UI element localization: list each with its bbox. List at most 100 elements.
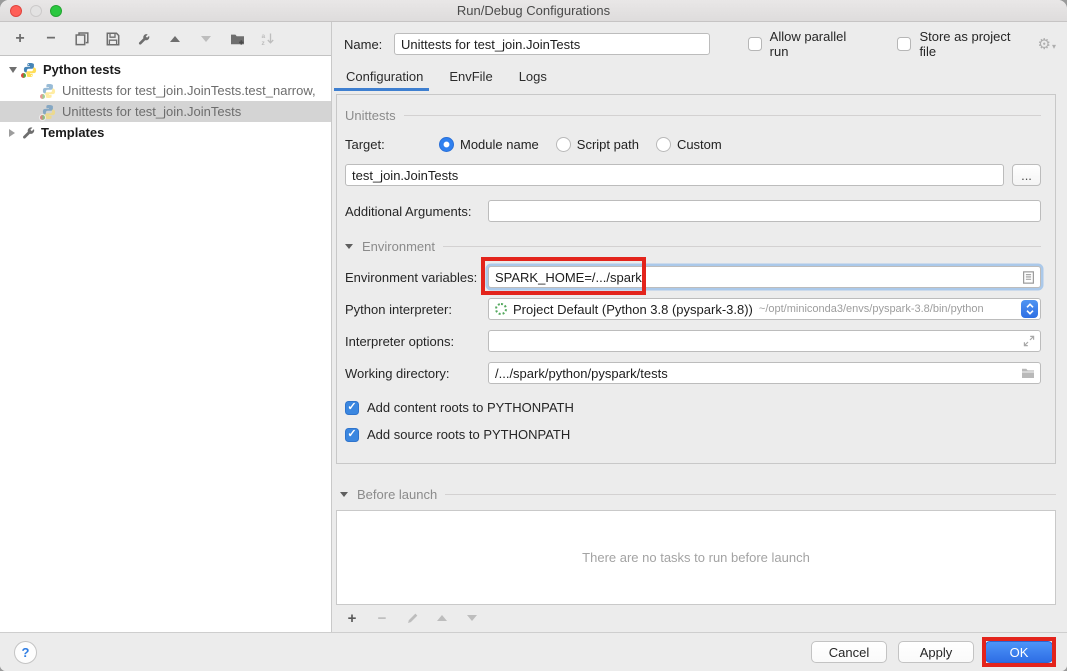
tree-item-label: Unittests for test_join.JoinTests bbox=[62, 104, 241, 119]
minimize-window-button bbox=[30, 5, 42, 17]
move-task-down-icon[interactable] bbox=[464, 610, 480, 626]
dialog-body: + − az bbox=[0, 22, 1067, 632]
remove-configuration-icon[interactable]: − bbox=[43, 31, 59, 47]
target-value-row: ... bbox=[345, 164, 1041, 186]
environment-variables-label: Environment variables: bbox=[345, 270, 488, 285]
interpreter-options-row: Interpreter options: bbox=[345, 330, 1041, 352]
run-state-badge-icon bbox=[39, 114, 46, 121]
edit-templates-icon[interactable] bbox=[136, 31, 152, 47]
cancel-button[interactable]: Cancel bbox=[811, 641, 887, 663]
sidebar-toolbar: + − az bbox=[0, 22, 331, 55]
templates-wrench-icon bbox=[20, 125, 36, 141]
section-divider bbox=[445, 494, 1056, 495]
working-directory-input[interactable] bbox=[488, 362, 1041, 384]
collapse-arrow-icon[interactable] bbox=[345, 244, 353, 249]
add-source-roots-checkbox[interactable]: ✓ bbox=[345, 428, 359, 442]
run-state-badge-icon bbox=[39, 93, 46, 100]
collapse-arrow-icon[interactable] bbox=[9, 67, 17, 73]
add-source-roots-label: Add source roots to PYTHONPATH bbox=[367, 427, 570, 442]
target-row: Target: Module name Script path Custom bbox=[345, 137, 1041, 152]
zoom-window-button[interactable] bbox=[50, 5, 62, 17]
environment-section-header[interactable]: Environment bbox=[345, 238, 1041, 254]
allow-parallel-run-label: Allow parallel run bbox=[770, 29, 868, 59]
python-interpreter-row: Python interpreter: Project Default (Pyt… bbox=[345, 298, 1041, 320]
collapse-arrow-icon[interactable] bbox=[340, 492, 348, 497]
apply-button[interactable]: Apply bbox=[898, 641, 974, 663]
store-as-project-file-checkbox[interactable] bbox=[897, 37, 911, 51]
additional-arguments-input[interactable] bbox=[488, 200, 1041, 222]
browse-folder-icon[interactable] bbox=[1021, 367, 1035, 382]
target-label: Target: bbox=[345, 137, 439, 152]
radio-icon[interactable] bbox=[656, 137, 671, 152]
close-window-button[interactable] bbox=[10, 5, 22, 17]
window-controls bbox=[10, 5, 62, 17]
dropdown-stepper-icon[interactable] bbox=[1021, 300, 1038, 318]
tab-envfile[interactable]: EnvFile bbox=[449, 69, 492, 91]
environment-variables-input[interactable] bbox=[488, 266, 1041, 288]
move-up-icon[interactable] bbox=[167, 31, 183, 47]
save-configuration-icon[interactable] bbox=[105, 31, 121, 47]
environment-section-title: Environment bbox=[362, 239, 435, 254]
remove-task-icon[interactable]: − bbox=[374, 610, 390, 626]
tab-logs[interactable]: Logs bbox=[519, 69, 547, 91]
new-folder-icon[interactable] bbox=[229, 31, 245, 47]
python-config-icon bbox=[41, 83, 57, 99]
tree-item-label: Unittests for test_join.JoinTests.test_n… bbox=[62, 83, 316, 98]
store-options-gear-icon[interactable]: ⚙▾ bbox=[1038, 37, 1056, 52]
configuration-form-panel: Unittests Target: Module name Script pat… bbox=[336, 94, 1056, 464]
python-interpreter-label: Python interpreter: bbox=[345, 302, 488, 317]
before-launch-title: Before launch bbox=[357, 487, 437, 502]
expand-field-icon[interactable] bbox=[1023, 335, 1035, 350]
name-input[interactable] bbox=[394, 33, 710, 55]
additional-arguments-row: Additional Arguments: bbox=[345, 200, 1041, 222]
move-down-icon[interactable] bbox=[198, 31, 214, 47]
move-task-up-icon[interactable] bbox=[434, 610, 450, 626]
before-launch-section-header[interactable]: Before launch bbox=[340, 486, 1056, 502]
interpreter-options-input[interactable] bbox=[488, 330, 1041, 352]
target-option-script-path[interactable]: Script path bbox=[556, 137, 639, 152]
section-divider bbox=[443, 246, 1041, 247]
target-input[interactable] bbox=[345, 164, 1004, 186]
radio-icon[interactable] bbox=[556, 137, 571, 152]
before-launch-empty-text: There are no tasks to run before launch bbox=[582, 550, 810, 565]
tab-configuration[interactable]: Configuration bbox=[346, 69, 423, 91]
tree-item-python-tests[interactable]: Python tests bbox=[0, 59, 331, 80]
run-debug-configurations-dialog: Run/Debug Configurations + − bbox=[0, 0, 1067, 671]
browse-target-button[interactable]: ... bbox=[1012, 164, 1041, 186]
target-option-module-name[interactable]: Module name bbox=[439, 137, 539, 152]
tree-item-unittest-jointests[interactable]: Unittests for test_join.JoinTests bbox=[0, 101, 331, 122]
target-option-custom[interactable]: Custom bbox=[656, 137, 722, 152]
conda-environment-icon bbox=[495, 303, 507, 315]
add-content-roots-checkbox[interactable]: ✓ bbox=[345, 401, 359, 415]
store-as-project-file-label: Store as project file bbox=[919, 29, 1029, 59]
interpreter-options-label: Interpreter options: bbox=[345, 334, 488, 349]
unittests-section-header: Unittests bbox=[345, 107, 1041, 123]
edit-task-icon[interactable] bbox=[404, 610, 420, 626]
add-configuration-icon[interactable]: + bbox=[12, 31, 28, 47]
tree-item-label: Templates bbox=[41, 125, 104, 140]
additional-arguments-label: Additional Arguments: bbox=[345, 204, 488, 219]
tree-item-templates[interactable]: Templates bbox=[0, 122, 331, 143]
section-divider bbox=[404, 115, 1041, 116]
unittests-section-title: Unittests bbox=[345, 108, 396, 123]
add-task-icon[interactable]: + bbox=[344, 610, 360, 626]
configurations-sidebar: + − az bbox=[0, 22, 332, 632]
dialog-footer: ? Cancel Apply OK bbox=[0, 632, 1067, 671]
titlebar: Run/Debug Configurations bbox=[0, 0, 1067, 22]
svg-text:z: z bbox=[262, 40, 266, 46]
copy-configuration-icon[interactable] bbox=[74, 31, 90, 47]
before-launch-task-list[interactable]: There are no tasks to run before launch bbox=[336, 510, 1056, 605]
sort-configurations-icon[interactable]: az bbox=[260, 31, 276, 47]
tree-item-unittest-narrow[interactable]: Unittests for test_join.JoinTests.test_n… bbox=[0, 80, 331, 101]
radio-selected-icon[interactable] bbox=[439, 137, 454, 152]
edit-variables-icon[interactable] bbox=[1022, 271, 1035, 287]
window-title: Run/Debug Configurations bbox=[457, 3, 610, 18]
allow-parallel-run-checkbox[interactable] bbox=[748, 37, 762, 51]
help-button[interactable]: ? bbox=[14, 641, 37, 664]
ok-button[interactable]: OK bbox=[985, 641, 1053, 663]
before-launch-toolbar: + − bbox=[336, 605, 1056, 627]
python-interpreter-select[interactable]: Project Default (Python 3.8 (pyspark-3.8… bbox=[488, 298, 1041, 320]
add-content-roots-label: Add content roots to PYTHONPATH bbox=[367, 400, 574, 415]
expand-arrow-icon[interactable] bbox=[9, 129, 15, 137]
dialog-option-checkboxes: Allow parallel run Store as project file… bbox=[748, 29, 1056, 59]
